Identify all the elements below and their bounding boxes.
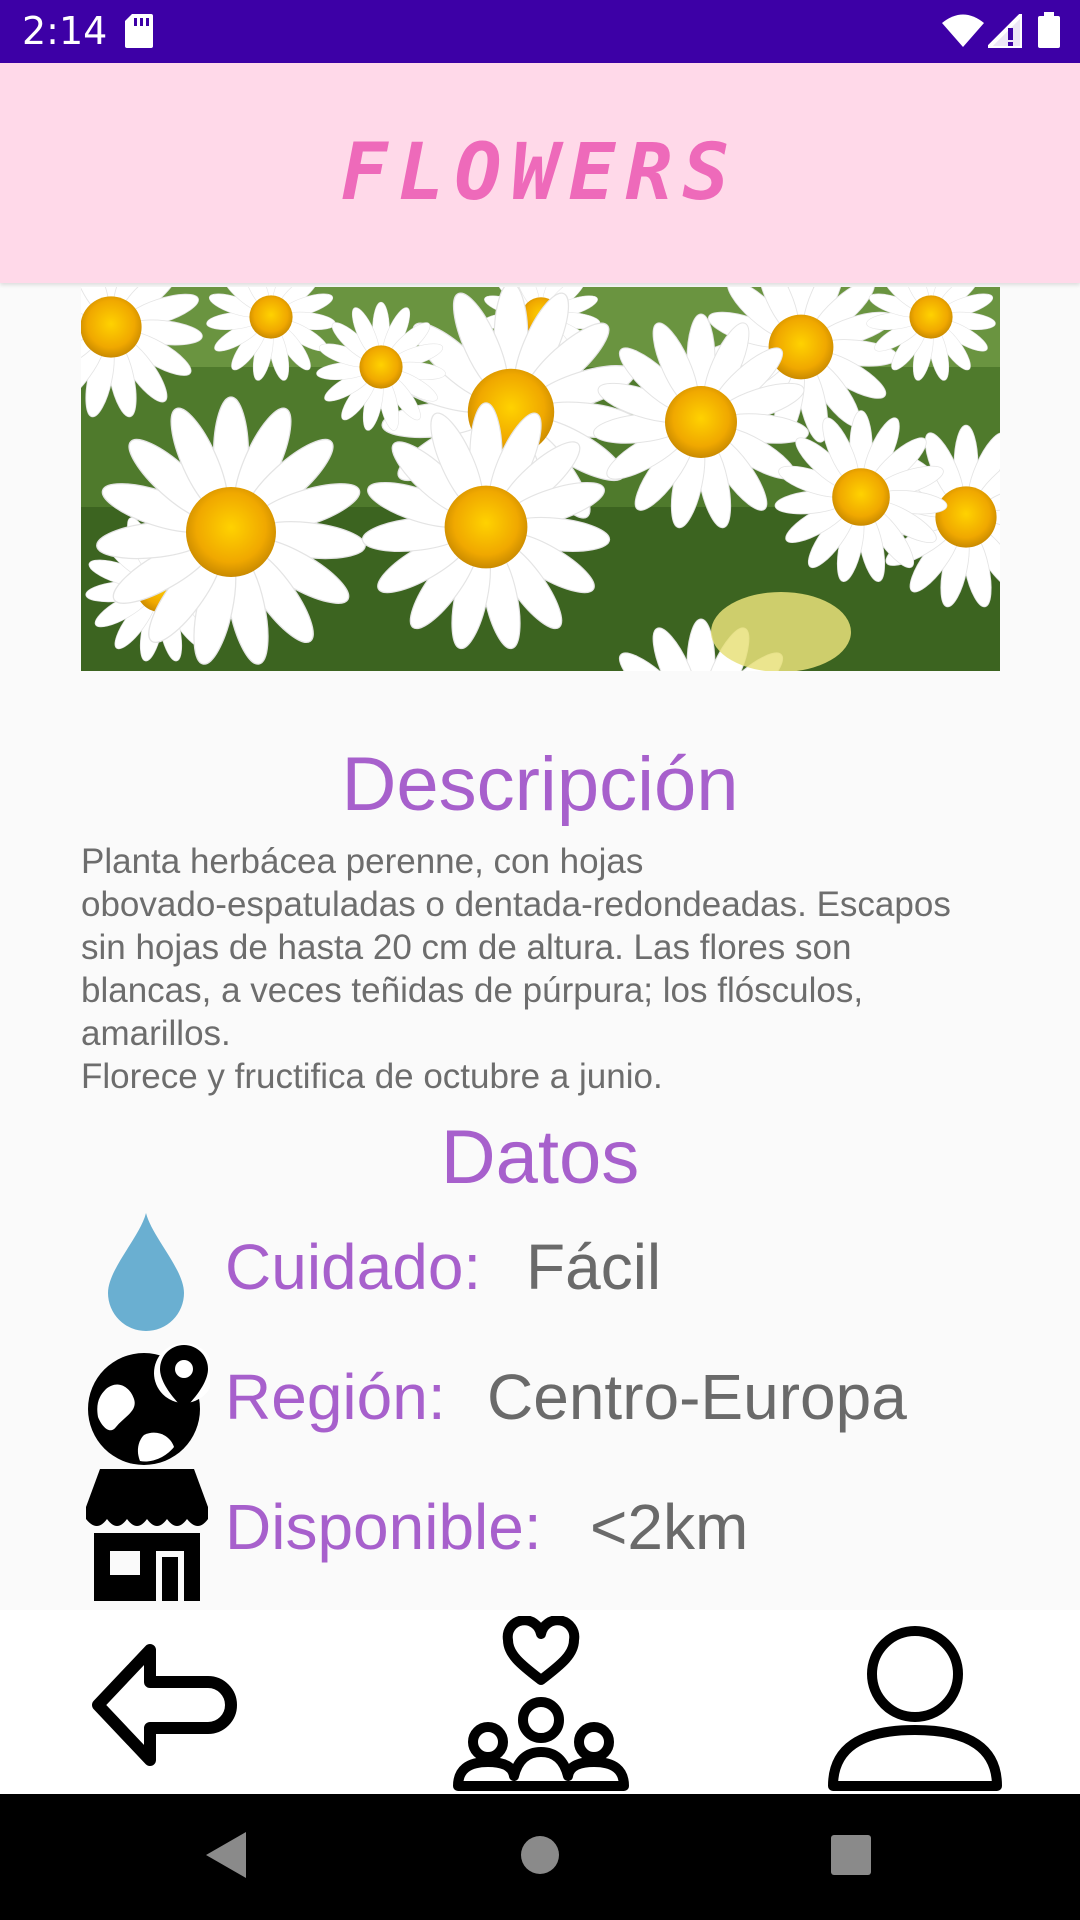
status-time: 2:14 (22, 9, 108, 53)
profile-button[interactable] (815, 1610, 1015, 1794)
flower-photo (81, 287, 1000, 671)
battery-icon (1038, 12, 1060, 53)
community-button[interactable] (440, 1610, 640, 1794)
region-label: Región: (225, 1361, 446, 1433)
available-value: <2km (590, 1491, 749, 1563)
cell-signal-icon (983, 9, 1024, 53)
description-body: Planta herbácea perenne, con hojas obova… (81, 842, 951, 1096)
back-arrow-icon (90, 1642, 240, 1773)
sd-card-icon (125, 14, 153, 53)
status-bar: 2:14 (0, 0, 1080, 63)
region-value: Centro-Europa (487, 1361, 907, 1433)
data-row-available: Disponible: <2km (0, 1465, 1080, 1601)
description-heading: Descripción (341, 742, 739, 827)
care-value: Fácil (526, 1231, 662, 1303)
app-bar: FLOWERS (0, 63, 1080, 283)
care-label: Cuidado: (225, 1231, 482, 1303)
water-drop-icon (104, 1211, 188, 1336)
user-profile-icon (827, 1622, 1003, 1797)
back-button[interactable] (60, 1610, 260, 1794)
data-heading: Datos (440, 1115, 640, 1200)
wifi-icon (942, 14, 984, 53)
data-row-care: Cuidado: Fácil (0, 1205, 1080, 1335)
community-heart-icon (450, 1615, 632, 1797)
recents-square-icon[interactable] (830, 1832, 872, 1883)
bottom-nav (0, 1610, 1080, 1794)
data-row-region: Región: Centro-Europa (0, 1335, 1080, 1465)
shop-icon (86, 1467, 208, 1606)
back-triangle-icon[interactable] (206, 1832, 246, 1883)
system-nav-bar (0, 1794, 1080, 1920)
globe-location-icon (84, 1339, 214, 1476)
home-circle-icon[interactable] (520, 1832, 560, 1883)
app-title: FLOWERS (340, 128, 740, 218)
available-label: Disponible: (225, 1491, 542, 1563)
